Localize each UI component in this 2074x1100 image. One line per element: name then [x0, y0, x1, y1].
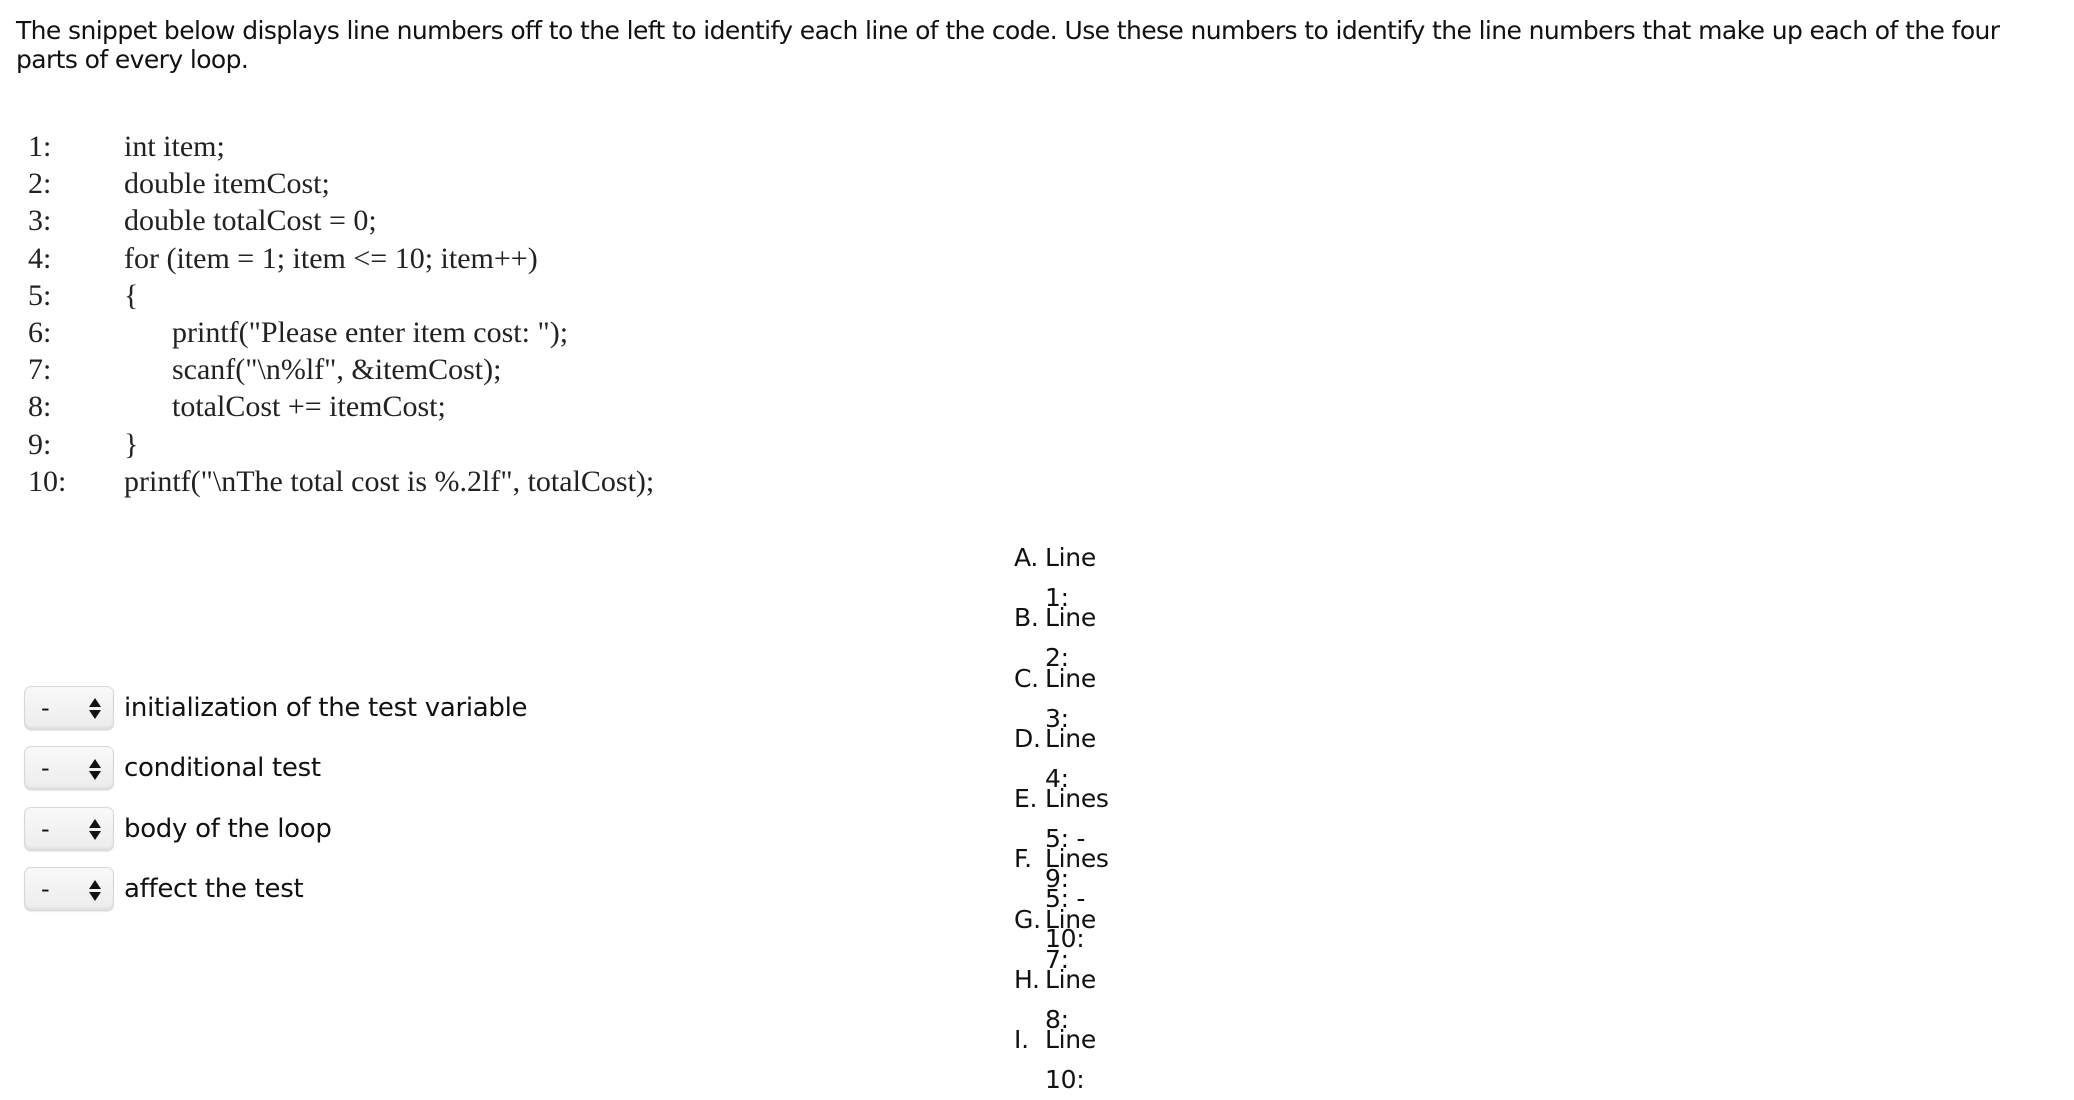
option-letter: I.: [1014, 1025, 1029, 1055]
up-down-arrows-icon: [89, 755, 101, 783]
code-text: totalCost += itemCost;: [172, 390, 446, 424]
code-text: for (item = 1; item <= 10; item++): [124, 241, 538, 275]
code-text: }: [124, 427, 139, 461]
answer-select-body[interactable]: -: [24, 806, 114, 851]
line-number: 9:: [28, 427, 52, 461]
line-number: 8:: [28, 390, 52, 424]
option-letter: C.: [1014, 663, 1039, 693]
matching-questions: - initialization of the test variable - …: [24, 684, 528, 926]
line-number: 4:: [28, 241, 52, 275]
select-value: -: [41, 754, 50, 782]
up-down-arrows-icon: [89, 816, 101, 844]
match-row-body: - body of the loop: [24, 805, 527, 852]
line-number: 6:: [28, 315, 52, 349]
code-text: int item;: [124, 130, 225, 163]
line-number: 7:: [28, 353, 52, 387]
code-text: scanf("\n%lf", &itemCost);: [172, 353, 502, 387]
question-instructions: The snippet below displays line numbers …: [16, 16, 2000, 74]
option-letter: D.: [1014, 723, 1041, 753]
option-letter: G.: [1014, 904, 1041, 934]
select-value: -: [41, 875, 50, 903]
option-text: Line 10:: [1045, 1025, 1096, 1095]
code-text: double totalCost = 0;: [124, 204, 377, 238]
line-number: 5:: [28, 278, 52, 312]
line-number: 1:: [28, 130, 52, 163]
line-number: 3:: [28, 204, 52, 238]
select-value: -: [41, 693, 50, 722]
line-number: 2:: [28, 167, 52, 201]
up-down-arrows-icon: [89, 876, 101, 904]
code-text: printf("Please enter item cost: ");: [172, 315, 569, 349]
option-letter: B.: [1014, 603, 1039, 633]
answer-select-initialization[interactable]: -: [24, 685, 114, 730]
match-row-conditional-test: - conditional test: [24, 745, 527, 792]
option-letter: H.: [1014, 965, 1040, 995]
match-row-initialization: - initialization of the test variable: [24, 684, 528, 731]
match-row-affect-test: - affect the test: [24, 866, 527, 913]
code-text: {: [124, 278, 139, 312]
option-letter: F.: [1014, 844, 1032, 874]
answer-select-conditional-test[interactable]: -: [24, 746, 114, 790]
match-label: initialization of the test variable: [124, 692, 528, 723]
match-label: body of the loop: [124, 813, 332, 844]
code-text: printf("\nThe total cost is %.2lf", tota…: [124, 464, 655, 498]
option-letter: A.: [1014, 543, 1039, 572]
option-letter: E.: [1014, 784, 1038, 814]
up-down-arrows-icon: [89, 695, 101, 723]
match-label: conditional test: [124, 753, 321, 783]
match-label: affect the test: [124, 874, 304, 904]
select-value: -: [41, 814, 50, 843]
answer-select-affect-test[interactable]: -: [24, 867, 114, 911]
line-number: 10:: [28, 464, 67, 498]
code-text: double itemCost;: [124, 167, 330, 201]
